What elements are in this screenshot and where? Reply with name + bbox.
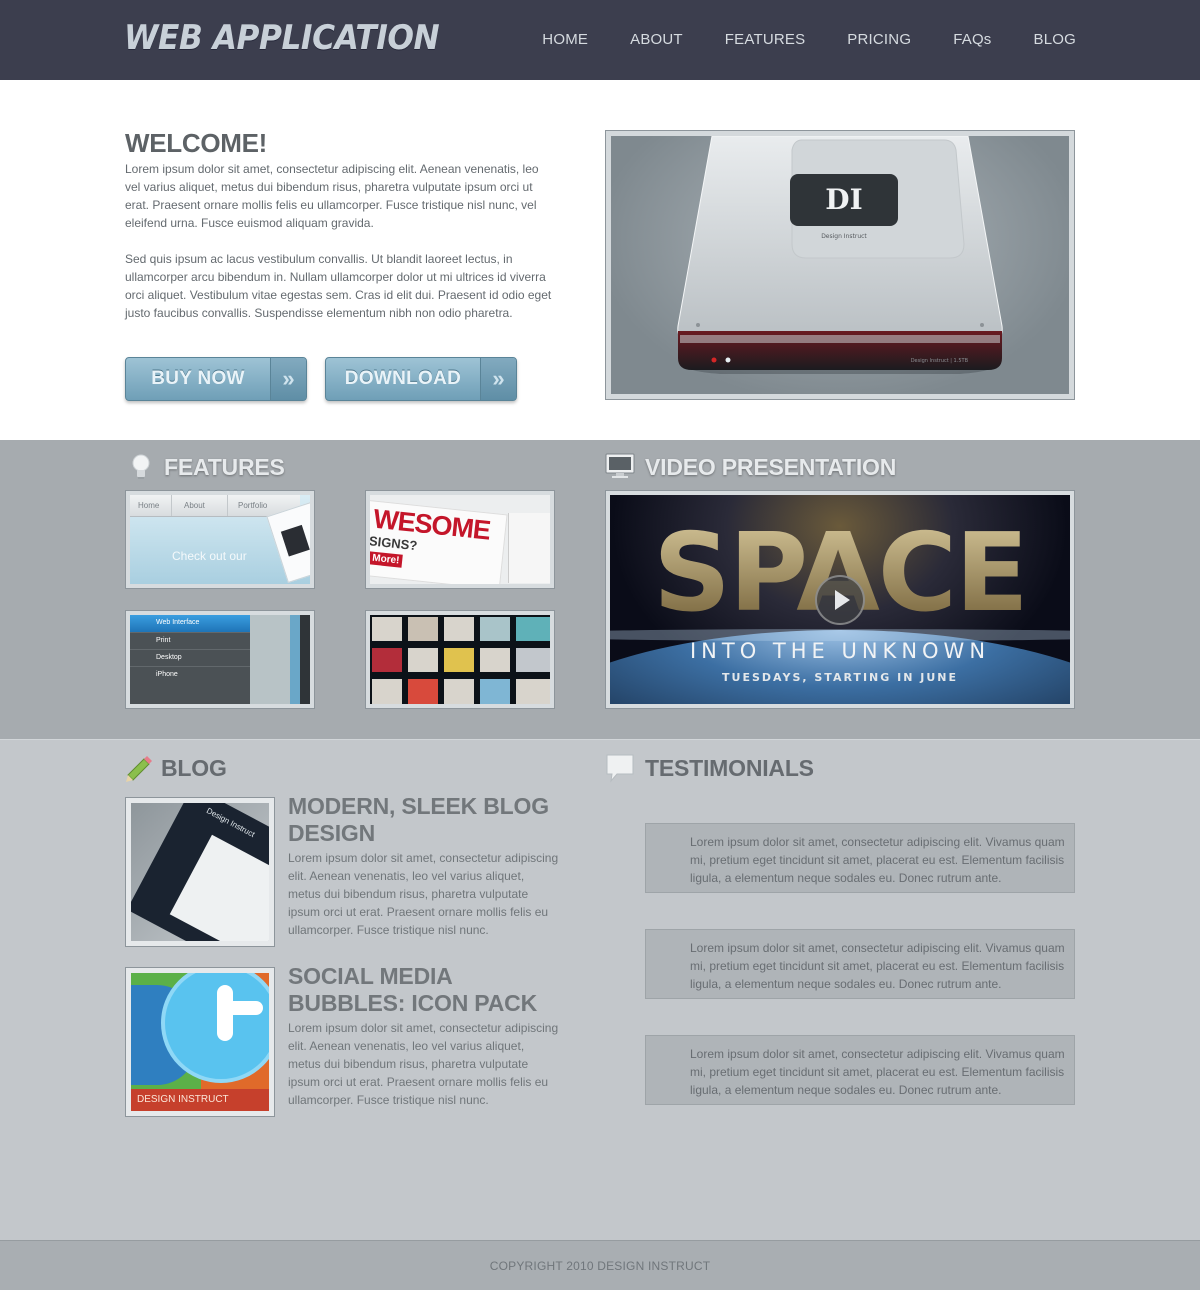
features-video-band: FEATURES VIDEO PRESENTATION Home About P… (0, 440, 1200, 740)
download-label: DOWNLOAD (344, 368, 462, 389)
welcome-paragraph-1: Lorem ipsum dolor sit amet, consectetur … (125, 162, 539, 230)
double-chevron-right-icon: » (480, 358, 516, 400)
thumb-grid-art (372, 617, 550, 704)
video-player[interactable]: SPACE INTO THE UNKNOWN TUESDAYS, STARTIN… (605, 490, 1075, 709)
blog-post-1-image: Design Instruct (131, 803, 269, 941)
hero-image-frame: DI Design Instruct Design Instruct | 1.5… (605, 130, 1075, 400)
feature-thumb-2-image: WESOME SIGNS? More! (370, 495, 550, 584)
buy-now-button[interactable]: BUY NOW » (125, 357, 307, 401)
thumb-photo-card (266, 500, 310, 584)
nav-home[interactable]: HOME (542, 31, 588, 48)
thumb-scrollbar (290, 615, 300, 704)
thumb-tab-about: About (172, 495, 228, 516)
thumb-edge (300, 615, 310, 704)
monitor-icon (605, 452, 635, 480)
hard-drive-image: DI Design Instruct Design Instruct | 1.5… (611, 136, 1069, 394)
feature-thumb-4-image (370, 615, 550, 704)
feature-thumb-3-image: Web Interface Print Desktop iPhone (130, 615, 310, 704)
video-schedule: TUESDAYS, STARTING IN JUNE (722, 671, 958, 684)
thumb-menu-label-3: Desktop (156, 654, 182, 661)
thumb-screen (169, 834, 269, 941)
feature-thumb-2[interactable]: WESOME SIGNS? More! (365, 490, 555, 589)
nav-features[interactable]: FEATURES (725, 31, 806, 48)
drive-logo: DI (825, 183, 862, 216)
blog-post-2-excerpt: Lorem ipsum dolor sit amet, consectetur … (288, 1021, 559, 1107)
buy-now-label: BUY NOW (151, 368, 245, 389)
feature-thumb-3[interactable]: Web Interface Print Desktop iPhone (125, 610, 315, 709)
thumb-poster: WESOME SIGNS? More! (370, 499, 508, 584)
pencil-icon (124, 753, 154, 783)
video-title: VIDEO PRESENTATION (645, 454, 897, 480)
play-button[interactable] (815, 575, 865, 625)
features-title: FEATURES (164, 454, 285, 480)
video-poster: SPACE INTO THE UNKNOWN TUESDAYS, STARTIN… (610, 495, 1070, 704)
thumb-menu: Web Interface Print Desktop iPhone (130, 615, 250, 704)
thumb-t-bar (217, 1001, 263, 1015)
testimonial-2: Lorem ipsum dolor sit amet, consectetur … (645, 929, 1075, 999)
feature-thumb-1-image: Home About Portfolio Check out our (130, 495, 310, 584)
thumb-menu-item: iPhone (130, 666, 250, 683)
thumb-menu-item: Print (130, 632, 250, 649)
thumb-tab-portfolio: Portfolio (238, 501, 268, 510)
site-footer: COPYRIGHT 2010 DESIGN INSTRUCT (0, 1240, 1200, 1290)
blog-testimonials-section: BLOG TESTIMONIALS Design Instruct MODERN… (0, 741, 1200, 1240)
feature-thumb-1[interactable]: Home About Portfolio Check out our (125, 490, 315, 589)
blog-post-1-title[interactable]: MODERN, SLEEK BLOG DESIGN (288, 793, 568, 847)
thumb-menu-label-2: Print (156, 637, 171, 644)
play-icon (835, 590, 850, 610)
testimonials-title: TESTIMONIALS (645, 755, 814, 781)
download-button[interactable]: DOWNLOAD » (325, 357, 517, 401)
nav-about[interactable]: ABOUT (630, 31, 683, 48)
testimonial-3: Lorem ipsum dolor sit amet, consectetur … (645, 1035, 1075, 1105)
nav-blog[interactable]: BLOG (1034, 31, 1076, 48)
thumb-tab-home: Home (130, 495, 172, 516)
drive-brand: Design Instruct (821, 233, 867, 240)
thumb-more: More! (370, 551, 404, 568)
thumb-menu-item: Desktop (130, 649, 250, 666)
thumb-side-panel (508, 513, 550, 583)
drive-meta: Design Instruct | 1.5TB (911, 358, 969, 364)
blog-post-2-image: DESIGN INSTRUCT (131, 973, 269, 1111)
thumb-menu-label-1: Web Interface (156, 619, 200, 626)
testimonial-1-text: Lorem ipsum dolor sit amet, consectetur … (690, 835, 1065, 885)
welcome-paragraph-2: Sed quis ipsum ac lacus vestibulum conva… (125, 252, 552, 320)
thumb-menu-item-active: Web Interface (130, 615, 250, 632)
speech-bubble-icon (605, 753, 635, 783)
feature-thumb-4[interactable] (365, 610, 555, 709)
thumb-device: Design Instruct (131, 803, 269, 941)
double-chevron-right-icon: » (270, 358, 306, 400)
thumb-person (280, 524, 310, 557)
blog-post-1-thumbnail[interactable]: Design Instruct (125, 797, 275, 947)
hard-drive-illustration: DI Design Instruct Design Instruct | 1.5… (677, 136, 1003, 374)
nav-faqs[interactable]: FAQs (953, 31, 991, 48)
main-nav: HOME ABOUT FEATURES PRICING FAQs BLOG (542, 31, 1076, 48)
testimonial-3-text: Lorem ipsum dolor sit amet, consectetur … (690, 1047, 1065, 1097)
hero-section: WELCOME! Lorem ipsum dolor sit amet, con… (0, 80, 1200, 440)
video-tagline: INTO THE UNKNOWN (690, 639, 990, 663)
thumb-tagline: Check out our (172, 549, 247, 563)
testimonial-1: Lorem ipsum dolor sit amet, consectetur … (645, 823, 1075, 893)
blog-post-2-thumbnail[interactable]: DESIGN INSTRUCT (125, 967, 275, 1117)
thumb-caption: DESIGN INSTRUCT (131, 1089, 269, 1111)
testimonial-2-text: Lorem ipsum dolor sit amet, consectetur … (690, 941, 1065, 991)
copyright-text: COPYRIGHT 2010 DESIGN INSTRUCT (489, 1259, 711, 1273)
blog-title: BLOG (161, 755, 227, 781)
nav-pricing[interactable]: PRICING (847, 31, 911, 48)
blog-post-1-excerpt: Lorem ipsum dolor sit amet, consectetur … (288, 851, 559, 937)
welcome-text: Lorem ipsum dolor sit amet, consectetur … (125, 160, 553, 322)
welcome-title: WELCOME! (125, 128, 268, 158)
thumb-menu-label-4: iPhone (156, 671, 178, 678)
site-header: WEB APPLICATION HOME ABOUT FEATURES PRIC… (0, 0, 1200, 80)
blog-post-2-title[interactable]: SOCIAL MEDIA BUBBLES: ICON PACK (288, 963, 568, 1017)
lightbulb-icon (128, 453, 154, 481)
site-logo[interactable]: WEB APPLICATION (124, 18, 440, 58)
